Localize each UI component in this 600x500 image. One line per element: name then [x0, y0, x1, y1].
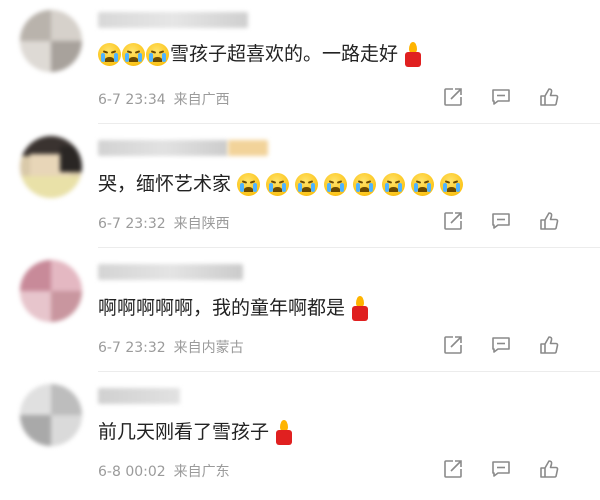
comment-location: 来自广东 [173, 464, 230, 480]
comment-text: 哭，缅怀艺术家 [98, 170, 464, 198]
username[interactable] [98, 388, 180, 404]
crying-face-emoji [266, 173, 290, 196]
candle-emoji [402, 41, 424, 68]
crying-face-emoji [324, 173, 348, 196]
comment-text-content: 雪孩子超喜欢的。一路走好 [170, 43, 399, 65]
comment-item: 前几天刚看了雪孩子 6-8 00:02 来自广东 [0, 372, 600, 500]
comment-meta: 6-8 00:02 来自广东 [98, 461, 230, 481]
comment-text-content: 哭，缅怀艺术家 [98, 173, 232, 195]
comment-icon[interactable] [490, 334, 512, 356]
comment-text-content: 前几天刚看了雪孩子 [98, 421, 270, 443]
crying-face-emoji [382, 173, 406, 196]
crying-face-emoji [411, 173, 435, 196]
avatar[interactable] [20, 384, 82, 446]
comment-item: 哭，缅怀艺术家 6-7 23:32 来自陕西 [0, 124, 600, 248]
like-icon[interactable] [538, 210, 560, 232]
like-icon[interactable] [538, 334, 560, 356]
comment-text: 前几天刚看了雪孩子 [98, 418, 295, 446]
candle-emoji [273, 419, 295, 446]
comment-icon[interactable] [490, 458, 512, 480]
like-icon[interactable] [538, 458, 560, 480]
comment-location: 来自内蒙古 [173, 340, 244, 356]
comment-text: 雪孩子超喜欢的。一路走好 [98, 40, 424, 68]
crying-face-emoji [237, 173, 261, 196]
comment-text: 啊啊啊啊啊，我的童年啊都是 [98, 294, 371, 322]
comment-text-content: 啊啊啊啊啊，我的童年啊都是 [98, 297, 346, 319]
comment-item: 啊啊啊啊啊，我的童年啊都是 6-7 23:32 来自内蒙古 [0, 248, 600, 372]
crying-face-emoji [98, 43, 121, 66]
comment-time: 6-7 23:32 [98, 216, 166, 232]
comment-icon[interactable] [490, 210, 512, 232]
comment-location: 来自广西 [173, 92, 230, 108]
user-badge [228, 140, 268, 156]
crying-face-emoji [353, 173, 377, 196]
crying-face-emoji [122, 43, 145, 66]
comment-location: 来自陕西 [173, 216, 230, 232]
avatar[interactable] [20, 136, 82, 198]
share-icon[interactable] [442, 458, 464, 480]
comment-time: 6-8 00:02 [98, 464, 166, 480]
username[interactable] [98, 12, 248, 28]
crying-face-emoji [146, 43, 169, 66]
username[interactable] [98, 140, 228, 156]
share-icon[interactable] [442, 210, 464, 232]
avatar[interactable] [20, 10, 82, 72]
comment-item: 雪孩子超喜欢的。一路走好 6-7 23:34 来自广西 [0, 0, 600, 124]
like-icon[interactable] [538, 86, 560, 108]
comment-meta: 6-7 23:34 来自广西 [98, 89, 230, 109]
comment-meta: 6-7 23:32 来自内蒙古 [98, 337, 244, 357]
comment-time: 6-7 23:32 [98, 340, 166, 356]
crying-face-emoji [440, 173, 464, 196]
share-icon[interactable] [442, 86, 464, 108]
avatar[interactable] [20, 260, 82, 322]
share-icon[interactable] [442, 334, 464, 356]
crying-face-emoji [295, 173, 319, 196]
comment-time: 6-7 23:34 [98, 92, 166, 108]
username[interactable] [98, 264, 243, 280]
comment-meta: 6-7 23:32 来自陕西 [98, 213, 230, 233]
candle-emoji [349, 295, 371, 322]
comment-icon[interactable] [490, 86, 512, 108]
